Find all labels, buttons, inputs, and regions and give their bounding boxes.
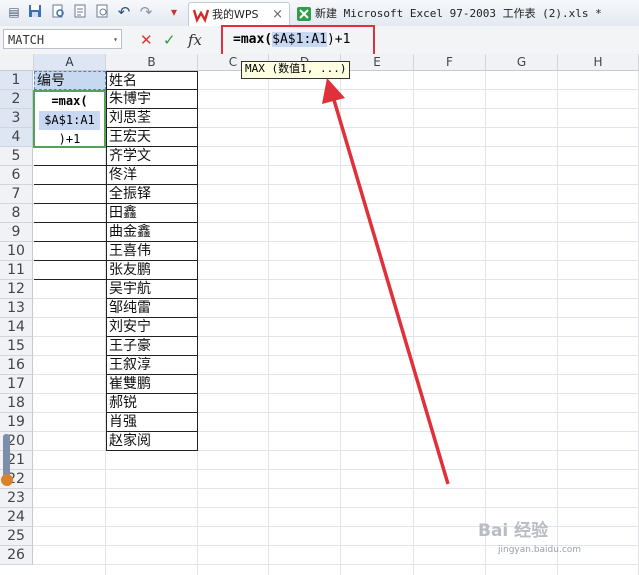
annotation-arrow	[322, 78, 450, 485]
watermark-logo: Bai 经验	[478, 521, 549, 541]
scroll-handle-icon[interactable]	[1, 474, 13, 486]
watermark-url: jingyan.baidu.com	[498, 545, 582, 555]
